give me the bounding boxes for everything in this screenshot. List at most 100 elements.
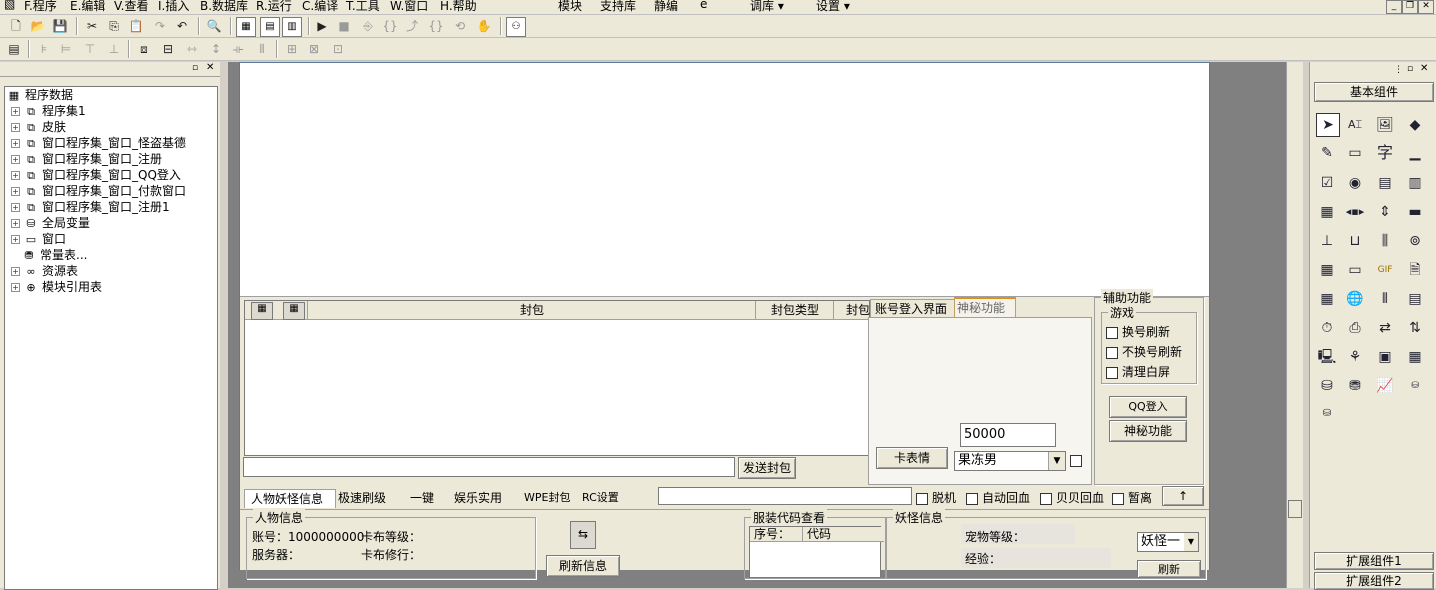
table-icon[interactable]: ▤ (1404, 288, 1426, 310)
combo-checkbox[interactable] (1070, 455, 1082, 467)
offline-checkbox[interactable]: 脱机 (916, 489, 956, 506)
center-h-icon[interactable]: ⧈ (136, 41, 152, 57)
column-header-packet-type[interactable]: 封包类型 (755, 301, 834, 319)
button-icon[interactable]: ▭ (1344, 259, 1366, 281)
tab-character-monster[interactable]: 人物妖怪信息 (244, 489, 336, 508)
vscroll-icon[interactable]: ⫼ (1374, 230, 1396, 252)
extension-components-2-button[interactable]: 扩展组件2 (1314, 572, 1434, 590)
refresh-info-button[interactable]: 刷新信息 (546, 555, 620, 577)
bug-icon[interactable]: ⚘ (1344, 346, 1366, 368)
netbox-icon[interactable]: ⇅ (1404, 317, 1426, 339)
expand-icon[interactable]: + (11, 107, 20, 116)
step-into-icon[interactable]: {} (382, 18, 398, 34)
expand-icon[interactable]: + (11, 235, 20, 244)
step-out-icon[interactable]: ⤴ (404, 18, 420, 34)
radio-icon[interactable]: ◉ (1344, 172, 1366, 194)
redo-icon[interactable]: ↷ (152, 18, 168, 34)
menu-help[interactable]: H.帮助 (440, 0, 477, 14)
odbc-down-icon[interactable]: ⛁ (1316, 403, 1338, 425)
menu-program[interactable]: F.程序 (24, 0, 57, 14)
switch-refresh-checkbox[interactable]: 换号刷新 (1106, 323, 1170, 340)
tab-account-login[interactable]: 账号登入界面 (870, 299, 956, 318)
menu-settings[interactable]: 设置 ▾ (816, 0, 850, 14)
menu-run[interactable]: R.运行 (256, 0, 292, 14)
status-text-field[interactable] (658, 487, 912, 505)
window-icon[interactable]: ▣ (1374, 346, 1396, 368)
expand-icon[interactable]: + (11, 219, 20, 228)
qq-login-button[interactable]: QQ登入 (1109, 396, 1187, 418)
tree-node[interactable]: + ⧉ 窗口程序集_窗口_付款窗口 (11, 183, 186, 199)
chevron-down-icon[interactable]: ▼ (1048, 452, 1065, 470)
expand-icon[interactable]: + (11, 267, 20, 276)
calendar-icon[interactable]: ▦ (1316, 259, 1338, 281)
minimize-icon[interactable]: _ (1386, 0, 1402, 14)
same-height-icon[interactable]: ↕ (208, 41, 224, 57)
send-packet-button[interactable]: 发送封包 (738, 457, 796, 479)
menu-module[interactable]: 模块 (558, 0, 582, 14)
vertical-scrollbar[interactable] (1286, 62, 1303, 588)
packet-list[interactable]: ▦ ▦ 封包 封包类型 封包 (244, 300, 870, 456)
palette-menu-icon[interactable]: ⋮ (1394, 65, 1403, 75)
hand-icon[interactable]: ✋ (476, 18, 492, 34)
tree-root[interactable]: ▦ 程序数据 (7, 87, 73, 103)
extension-components-1-button[interactable]: 扩展组件1 (1314, 552, 1434, 570)
monster-refresh-button[interactable]: 刷新 (1137, 560, 1201, 578)
label-icon[interactable]: A⌶ (1344, 114, 1366, 136)
netflow-icon[interactable]: ⇄ (1374, 317, 1396, 339)
tree-node[interactable]: + ▭ 窗口 (11, 231, 66, 247)
tree-node[interactable]: + ⧉ 窗口程序集_窗口_注册1 (11, 199, 170, 215)
odbc-icon[interactable]: ⛁ (1404, 375, 1426, 397)
checkbox-icon[interactable]: ☑ (1316, 172, 1338, 194)
tabs-icon[interactable]: ⊔ (1344, 230, 1366, 252)
menu-support-lib[interactable]: 支持库 (600, 0, 636, 14)
progress-icon[interactable]: ◂▪▸ (1344, 201, 1366, 223)
tree-node[interactable]: + ⛁ 全局变量 (11, 215, 90, 231)
tree-node[interactable]: + ⧉ 窗口程序集_窗口_QQ登入 (11, 167, 181, 183)
align-bottom-icon[interactable]: ⊥ (106, 41, 122, 57)
transfer-icon[interactable]: ⇆ (570, 521, 596, 549)
slider-icon[interactable]: ▬ (1404, 201, 1426, 223)
space-h-icon[interactable]: ⟛ (230, 41, 246, 57)
menu-window[interactable]: W.窗口 (390, 0, 428, 14)
expand-icon[interactable]: + (11, 203, 20, 212)
panel-close-icon[interactable]: ✕ (206, 62, 214, 73)
window-layout-2-icon[interactable]: ▤ (260, 17, 280, 37)
palette-dock-icon[interactable]: ▫ (1407, 64, 1413, 74)
split-icon[interactable]: ⫴ (1374, 288, 1396, 310)
combo-icon[interactable]: ▥ (1404, 172, 1426, 194)
edit-icon[interactable]: ✎ (1316, 142, 1338, 164)
tree-node[interactable]: + ⧉ 程序集1 (11, 103, 86, 119)
calendar-icon[interactable]: ▦ (283, 302, 305, 320)
column-header-packet[interactable]: 封包 (307, 301, 756, 319)
menu-insert[interactable]: I.插入 (158, 0, 189, 14)
db-icon[interactable]: ⛃ (1344, 375, 1366, 397)
menu-tools[interactable]: T.工具 (346, 0, 380, 14)
basic-components-button[interactable]: 基本组件 (1314, 82, 1434, 102)
clothes-list[interactable]: 序号： 代码 (749, 526, 884, 578)
tree-node[interactable]: + ⧉ 皮肤 (11, 119, 66, 135)
tab-rc-settings[interactable]: RC设置 (582, 489, 619, 507)
panel-dock-icon[interactable]: ▫ (192, 63, 198, 73)
menu-view[interactable]: V.查看 (114, 0, 148, 14)
ruler-icon[interactable]: ⊥ (1316, 230, 1338, 252)
up-arrow-button[interactable]: ↑ (1162, 486, 1204, 506)
tab-wpe-packet[interactable]: WPE封包 (524, 489, 570, 507)
db-up-icon[interactable]: ⛁ (1316, 375, 1338, 397)
breakpoint-icon[interactable]: ⟲ (452, 18, 468, 34)
menu-database[interactable]: B.数据库 (200, 0, 248, 14)
auto-heal-checkbox[interactable]: 自动回血 (966, 489, 1030, 506)
cut-icon[interactable]: ✂ (84, 18, 100, 34)
binoculars-icon[interactable]: ⚇ (506, 17, 526, 37)
doc-icon[interactable]: 🗎 (1404, 259, 1426, 281)
pet-heal-checkbox[interactable]: 贝贝回血 (1040, 489, 1104, 506)
align-top-icon[interactable]: ⊤ (82, 41, 98, 57)
line-icon[interactable]: ▁ (1404, 142, 1426, 164)
find-icon[interactable]: 🔍 (206, 18, 222, 34)
copy-icon[interactable]: ⎘ (106, 18, 122, 34)
tree-node[interactable]: + ⊕ 模块引用表 (11, 279, 102, 295)
card-emoji-button[interactable]: 卡表情 (876, 447, 948, 469)
monster-combo[interactable]: 妖怪一 ▼ (1137, 532, 1199, 552)
chevron-down-icon[interactable]: ▼ (1184, 533, 1198, 551)
chart-icon[interactable]: 📈 (1374, 375, 1396, 397)
center-v-icon[interactable]: ⊟ (160, 41, 176, 57)
